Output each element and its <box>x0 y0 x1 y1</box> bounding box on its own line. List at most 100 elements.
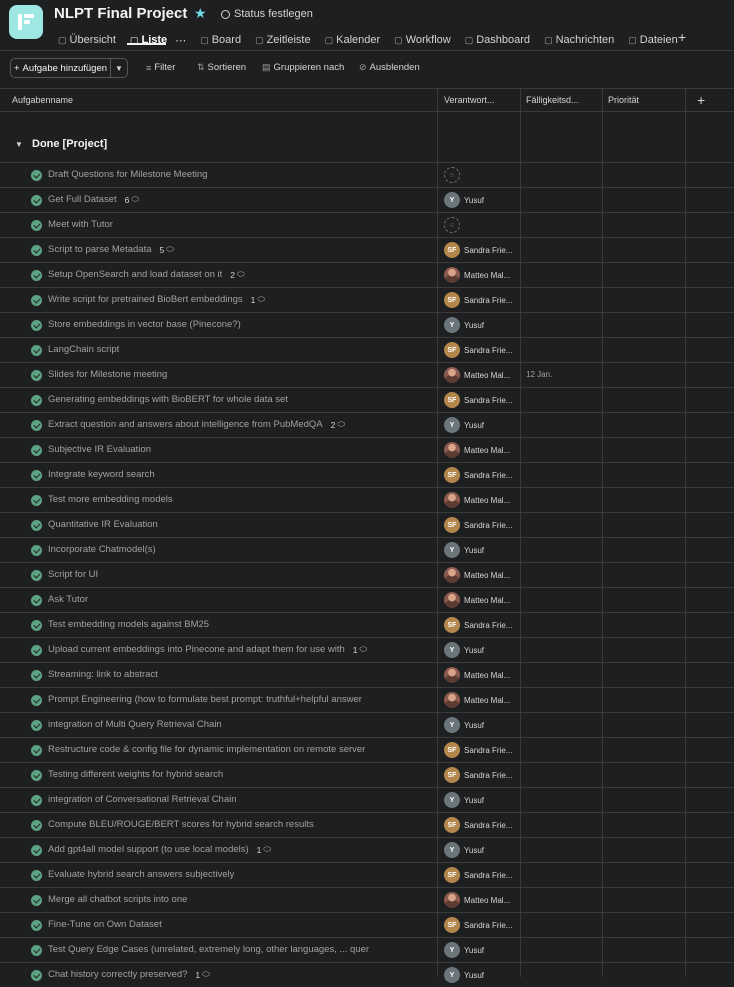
completed-check-icon[interactable] <box>31 420 42 431</box>
add-tab-plus-icon[interactable]: + <box>678 29 686 45</box>
table-row[interactable]: LangChain script SF Sandra Frie... <box>0 337 734 362</box>
completed-check-icon[interactable] <box>31 770 42 781</box>
tab-workflow[interactable]: ▢ Workflow <box>394 34 451 46</box>
assignee-cell[interactable]: ☺ <box>444 217 460 233</box>
assignee-cell[interactable]: Y Yusuf <box>444 967 484 983</box>
comment-count[interactable]: 1 ⬭ <box>257 844 271 855</box>
table-row[interactable]: Test Query Edge Cases (unrelated, extrem… <box>0 937 734 962</box>
section-header[interactable]: ▼ Done [Project] <box>0 131 734 159</box>
table-row[interactable]: integration of Multi Query Retrieval Cha… <box>0 712 734 737</box>
completed-check-icon[interactable] <box>31 395 42 406</box>
task-name[interactable]: Prompt Engineering (how to formulate bes… <box>48 694 362 705</box>
completed-check-icon[interactable] <box>31 620 42 631</box>
completed-check-icon[interactable] <box>31 170 42 181</box>
table-row[interactable]: Meet with Tutor ☺ <box>0 212 734 237</box>
completed-check-icon[interactable] <box>31 745 42 756</box>
tab-board[interactable]: ▢ Board <box>200 34 241 46</box>
assignee-cell[interactable]: Matteo Mal... <box>444 567 510 583</box>
column-header-priority[interactable]: Priorität <box>603 89 685 112</box>
completed-check-icon[interactable] <box>31 870 42 881</box>
table-row[interactable]: Test more embedding models Matteo Mal... <box>0 487 734 512</box>
assignee-cell[interactable]: SF Sandra Frie... <box>444 617 512 633</box>
assignee-cell[interactable]: Y Yusuf <box>444 317 484 333</box>
task-name[interactable]: Test embedding models against BM25 <box>48 619 209 630</box>
comment-count[interactable]: 5 ⬭ <box>159 244 173 255</box>
completed-check-icon[interactable] <box>31 945 42 956</box>
completed-check-icon[interactable] <box>31 345 42 356</box>
assignee-cell[interactable]: Matteo Mal... <box>444 367 510 383</box>
unassigned-user-icon[interactable]: ☺ <box>444 217 460 233</box>
task-name[interactable]: Script for UI <box>48 569 98 580</box>
completed-check-icon[interactable] <box>31 495 42 506</box>
comment-count[interactable]: 2 ⬭ <box>331 419 345 430</box>
table-row[interactable]: Integrate keyword search SF Sandra Frie... <box>0 462 734 487</box>
table-row[interactable]: Evaluate hybrid search answers subjectiv… <box>0 862 734 887</box>
task-name[interactable]: Setup OpenSearch and load dataset on it <box>48 269 222 280</box>
table-row[interactable]: Slides for Milestone meeting Matteo Mal..… <box>0 362 734 387</box>
add-column-plus-icon[interactable]: + <box>692 89 722 112</box>
completed-check-icon[interactable] <box>31 570 42 581</box>
completed-check-icon[interactable] <box>31 195 42 206</box>
due-date[interactable]: 12 Jan. <box>526 370 552 379</box>
task-name[interactable]: Slides for Milestone meeting <box>48 369 167 380</box>
task-name[interactable]: Restructure code & config file for dynam… <box>48 744 365 755</box>
column-header-task-name[interactable]: Aufgabenname <box>7 89 437 112</box>
table-row[interactable]: Extract question and answers about intel… <box>0 412 734 437</box>
task-name[interactable]: Generating embeddings with BioBERT for w… <box>48 394 288 405</box>
project-logo-icon[interactable] <box>9 5 43 39</box>
table-row[interactable]: Quantitative IR Evaluation SF Sandra Frie.… <box>0 512 734 537</box>
task-name[interactable]: Integrate keyword search <box>48 469 155 480</box>
tab-nachrichten[interactable]: ▢ Nachrichten <box>544 34 614 46</box>
assignee-cell[interactable]: Y Yusuf <box>444 542 484 558</box>
completed-check-icon[interactable] <box>31 445 42 456</box>
completed-check-icon[interactable] <box>31 645 42 656</box>
table-row[interactable]: Testing different weights for hybrid sea… <box>0 762 734 787</box>
task-name[interactable]: Evaluate hybrid search answers subjectiv… <box>48 869 234 880</box>
completed-check-icon[interactable] <box>31 695 42 706</box>
task-name[interactable]: Streaming: link to abstract <box>48 669 158 680</box>
completed-check-icon[interactable] <box>31 595 42 606</box>
assignee-cell[interactable]: SF Sandra Frie... <box>444 467 512 483</box>
comment-count[interactable]: 6 ⬭ <box>125 194 139 205</box>
group-by-button[interactable]: ▤ Gruppieren nach <box>262 62 344 73</box>
task-name[interactable]: Meet with Tutor <box>48 219 113 230</box>
completed-check-icon[interactable] <box>31 270 42 281</box>
assignee-cell[interactable]: Y Yusuf <box>444 842 484 858</box>
assignee-cell[interactable]: SF Sandra Frie... <box>444 517 512 533</box>
table-row[interactable]: integration of Conversational Retrieval … <box>0 787 734 812</box>
assignee-cell[interactable]: SF Sandra Frie... <box>444 917 512 933</box>
tab-zeitleiste[interactable]: ▢ Zeitleiste <box>255 34 311 46</box>
table-row[interactable]: Streaming: link to abstract Matteo Mal... <box>0 662 734 687</box>
assignee-cell[interactable]: SF Sandra Frie... <box>444 817 512 833</box>
completed-check-icon[interactable] <box>31 895 42 906</box>
task-name[interactable]: Upload current embeddings into Pinecone … <box>48 644 345 655</box>
assignee-cell[interactable]: SF Sandra Frie... <box>444 392 512 408</box>
table-row[interactable]: Restructure code & config file for dynam… <box>0 737 734 762</box>
assignee-cell[interactable]: Matteo Mal... <box>444 492 510 508</box>
assignee-cell[interactable]: Y Yusuf <box>444 417 484 433</box>
table-row[interactable]: Merge all chatbot scripts into one Matteo… <box>0 887 734 912</box>
task-name[interactable]: Test Query Edge Cases (unrelated, extrem… <box>48 944 369 955</box>
collapse-caret-icon[interactable]: ▼ <box>15 140 23 149</box>
hide-button[interactable]: ⊘ Ausblenden <box>359 62 420 73</box>
task-name[interactable]: Chat history correctly preserved? <box>48 969 187 980</box>
table-row[interactable]: Write script for pretrained BioBert embe… <box>0 287 734 312</box>
completed-check-icon[interactable] <box>31 470 42 481</box>
sort-button[interactable]: ⇅ Sortieren <box>197 62 246 73</box>
comment-count[interactable]: 1 ⬭ <box>251 294 265 305</box>
table-row[interactable]: Setup OpenSearch and load dataset on it 2… <box>0 262 734 287</box>
table-row[interactable]: Prompt Engineering (how to formulate bes… <box>0 687 734 712</box>
completed-check-icon[interactable] <box>31 845 42 856</box>
completed-check-icon[interactable] <box>31 220 42 231</box>
table-row[interactable]: Subjective IR Evaluation Matteo Mal... <box>0 437 734 462</box>
tab-dashboard[interactable]: ▢ Dashboard <box>465 34 530 46</box>
comment-count[interactable]: 2 ⬭ <box>230 269 244 280</box>
more-options-icon[interactable]: ⋯ <box>175 34 186 47</box>
completed-check-icon[interactable] <box>31 795 42 806</box>
completed-check-icon[interactable] <box>31 820 42 831</box>
assignee-cell[interactable]: SF Sandra Frie... <box>444 767 512 783</box>
completed-check-icon[interactable] <box>31 920 42 931</box>
task-name[interactable]: Incorporate Chatmodel(s) <box>48 544 156 555</box>
task-name[interactable]: Get Full Dataset <box>48 194 117 205</box>
assignee-cell[interactable]: Y Yusuf <box>444 192 484 208</box>
